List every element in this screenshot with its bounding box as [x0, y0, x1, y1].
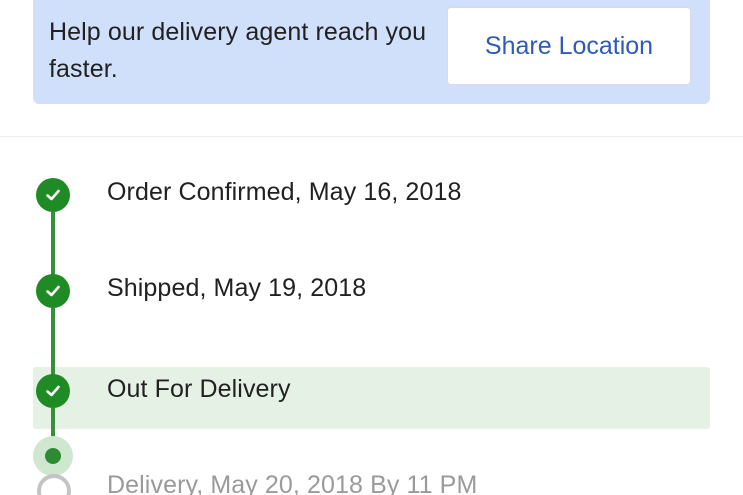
step-current-checkmark-icon: [36, 374, 70, 408]
progress-indicator-dot-icon: [33, 436, 73, 476]
step-completed-checkmark-icon: [36, 274, 70, 308]
step-pending-empty-circle-icon: [37, 474, 71, 495]
section-divider: [0, 136, 743, 137]
timeline-step-label: Order Confirmed, May 16, 2018: [107, 178, 462, 206]
timeline-step-label: Shipped, May 19, 2018: [107, 274, 367, 302]
progress-dot-inner: [45, 448, 61, 464]
timeline-connector: [51, 308, 55, 376]
banner-message: Help our delivery agent reach you faster…: [49, 18, 427, 83]
timeline-step-label: Delivery, May 20, 2018 By 11 PM: [107, 471, 478, 495]
timeline-connector: [51, 212, 55, 280]
order-tracking-screen: Help our delivery agent reach you faster…: [0, 0, 743, 495]
step-completed-checkmark-icon: [36, 178, 70, 212]
share-location-button[interactable]: Share Location: [447, 7, 691, 85]
location-share-banner: Help our delivery agent reach you faster…: [33, 0, 710, 104]
timeline-step-label: Out For Delivery: [107, 375, 291, 403]
